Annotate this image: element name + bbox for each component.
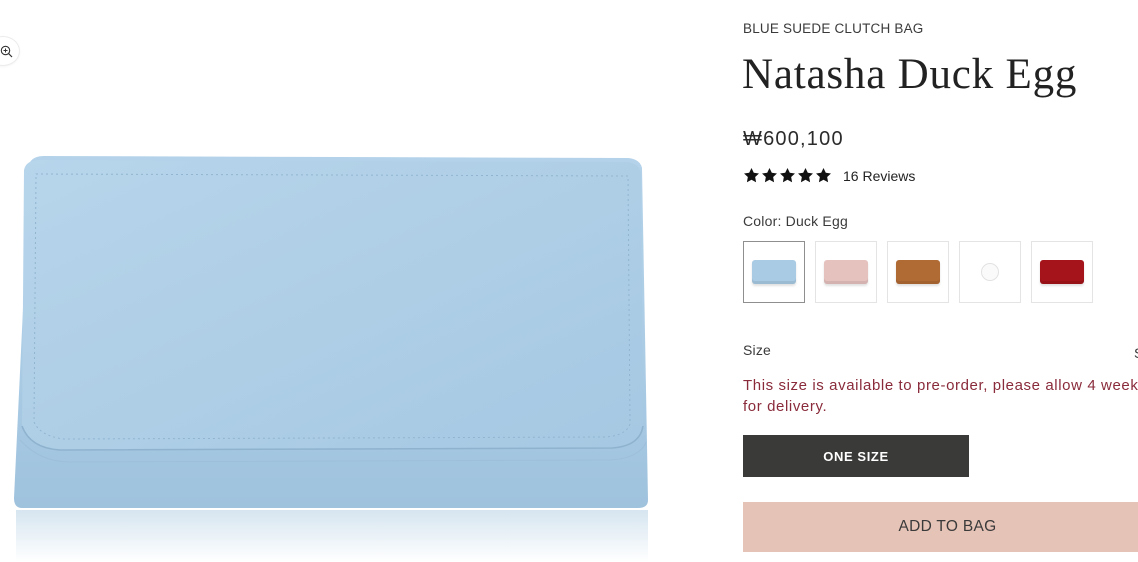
product-page: BLUE SUEDE CLUTCH BAG Natasha Duck Egg ₩… xyxy=(0,0,1138,562)
swatch-chip xyxy=(981,263,999,281)
zoom-button[interactable] xyxy=(0,36,20,66)
star-rating xyxy=(743,167,832,184)
star-icon xyxy=(744,168,759,183)
product-title: Natasha Duck Egg xyxy=(742,51,1078,98)
swatch-chip xyxy=(1040,260,1084,284)
swatch-duck-egg[interactable] xyxy=(743,241,805,303)
zoom-in-icon xyxy=(0,45,13,57)
star-icon xyxy=(816,168,831,183)
product-category: BLUE SUEDE CLUTCH BAG xyxy=(743,21,924,36)
swatch-blush[interactable] xyxy=(815,241,877,303)
swatch-chip xyxy=(824,260,868,284)
reviews-link[interactable]: 16 Reviews xyxy=(843,168,915,184)
swatch-chip xyxy=(752,260,796,284)
swatch-tan[interactable] xyxy=(887,241,949,303)
star-icon xyxy=(798,168,813,183)
size-option-button[interactable]: ONE SIZE xyxy=(743,435,969,477)
star-icon xyxy=(762,168,777,183)
color-swatches xyxy=(743,241,1093,303)
swatch-white[interactable] xyxy=(959,241,1021,303)
size-guide-link[interactable]: S xyxy=(1134,345,1138,361)
swatch-red[interactable] xyxy=(1031,241,1093,303)
star-icon xyxy=(780,168,795,183)
swatch-chip xyxy=(896,260,940,284)
add-to-bag-button[interactable]: ADD TO BAG xyxy=(743,502,1138,552)
color-label: Color: Duck Egg xyxy=(743,213,848,229)
product-price: ₩600,100 xyxy=(743,128,844,150)
product-image[interactable] xyxy=(0,130,670,562)
size-label: Size xyxy=(743,342,772,358)
preorder-note: This size is available to pre-order, ple… xyxy=(743,377,1138,415)
rating-summary: 16 Reviews xyxy=(743,167,915,184)
